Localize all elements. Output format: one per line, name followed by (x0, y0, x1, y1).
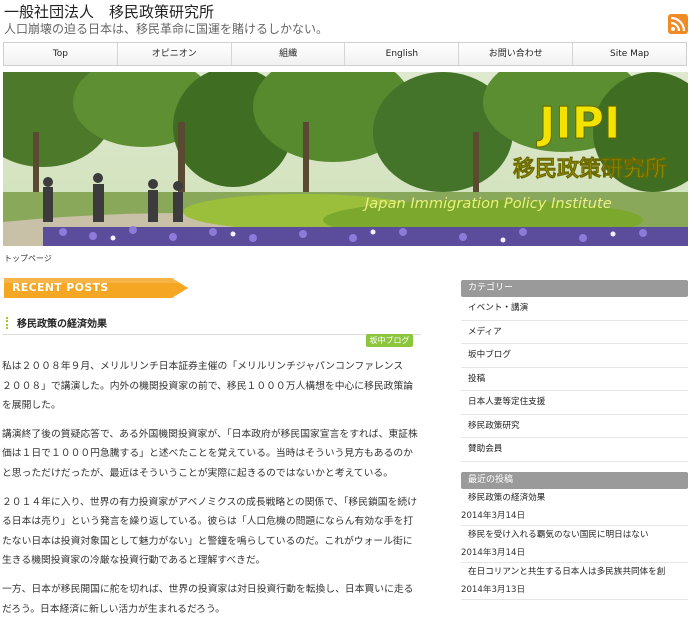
recent-post-title[interactable]: 移民政策の経済効果 (461, 489, 688, 508)
sidebar-item-posts[interactable]: 投稿 (461, 368, 688, 391)
nav-english[interactable]: English (345, 43, 460, 65)
post-title-bar: 移民政策の経済効果 (3, 310, 421, 335)
recent-post-date: 2014年3月14日 (461, 545, 688, 563)
categories-heading: カテゴリー (461, 280, 688, 297)
sidebar-item-events[interactable]: イベント・講演 (461, 297, 688, 321)
sidebar-categories: カテゴリー イベント・講演 メディア 坂中ブログ 投稿 日本人妻等定住支援 移民… (461, 280, 688, 462)
recent-post-item: 移民政策の経済効果 2014年3月14日 (461, 489, 688, 526)
sidebar-item-research[interactable]: 移民政策研究 (461, 415, 688, 438)
banner-name-ja: 移民政策研究所 (513, 156, 667, 182)
post-paragraph: ２０１４年に入り、世界の有力投資家がアベノミクスの成長戦略との関係で、「移民鎖国… (2, 496, 417, 567)
sidebar-item-media[interactable]: メディア (461, 321, 688, 344)
nav-contact[interactable]: お問い合わせ (459, 43, 574, 65)
recent-heading: 最近の投稿 (461, 472, 688, 489)
recent-posts-heading: RECENT POSTS (4, 278, 188, 298)
sidebar-recent-posts: 最近の投稿 移民政策の経済効果 2014年3月14日 移民を受け入れる覇気のない… (461, 472, 688, 600)
nav-top[interactable]: Top (4, 43, 118, 65)
recent-post-item: 移民を受け入れる覇気のない国民に明日はない 2014年3月14日 (461, 526, 688, 563)
nav-opinion[interactable]: オピニオン (118, 43, 232, 65)
header-banner-image: JIPI 移民政策研究所 Japan Immigration Policy In… (3, 72, 688, 246)
rss-icon[interactable] (668, 14, 688, 34)
post-paragraph: 一方、日本が移民開国に舵を切れば、世界の投資家は対日投資行動を転換し、日本買いに… (2, 583, 414, 615)
main-navigation: Top オピニオン 組織 English お問い合わせ Site Map (3, 42, 687, 66)
post-paragraph: 講演終了後の質疑応答で、ある外国機関投資家が、「日本政府が移民国家宣言をすれば、… (2, 428, 418, 479)
post-paragraph: 私は２００８年９月、メリルリンチ日本証券主催の「メリルリンチジャパンコンファレン… (2, 361, 414, 412)
nav-organization[interactable]: 組織 (232, 43, 346, 65)
post-title[interactable]: 移民政策の経済効果 (17, 315, 107, 330)
nav-sitemap[interactable]: Site Map (573, 43, 686, 65)
recent-post-title[interactable]: 在日コリアンと共生する日本人は多民族共同体を創 (461, 563, 688, 582)
post-body: 私は２００８年９月、メリルリンチ日本証券主催の「メリルリンチジャパンコンファレン… (2, 357, 422, 628)
site-title[interactable]: 一般社団法人 移民政策研究所 (4, 1, 214, 22)
sidebar-item-blog[interactable]: 坂中ブログ (461, 344, 688, 368)
recent-post-date: 2014年3月13日 (461, 582, 688, 600)
recent-post-title[interactable]: 移民を受け入れる覇気のない国民に明日はない (461, 526, 688, 545)
sidebar-item-members[interactable]: 賛助会員 (461, 438, 688, 462)
breadcrumb[interactable]: トップページ (4, 253, 52, 264)
recent-posts-label: RECENT POSTS (12, 281, 109, 294)
title-marker-icon (6, 317, 16, 329)
banner-name-en: Japan Immigration Policy Institute (362, 195, 612, 212)
recent-post-date: 2014年3月14日 (461, 508, 688, 526)
recent-post-item: 在日コリアンと共生する日本人は多民族共同体を創 2014年3月13日 (461, 563, 688, 600)
site-header: 一般社団法人 移民政策研究所 人口崩壊の迫る日本は、移民革命に国運を賭けるしかな… (0, 0, 690, 40)
sidebar-item-support[interactable]: 日本人妻等定住支援 (461, 391, 688, 415)
banner-logo: JIPI (536, 98, 620, 149)
site-tagline: 人口崩壊の迫る日本は、移民革命に国運を賭けるしかない。 (4, 22, 329, 36)
post-category-badge[interactable]: 坂中ブログ (366, 334, 413, 347)
